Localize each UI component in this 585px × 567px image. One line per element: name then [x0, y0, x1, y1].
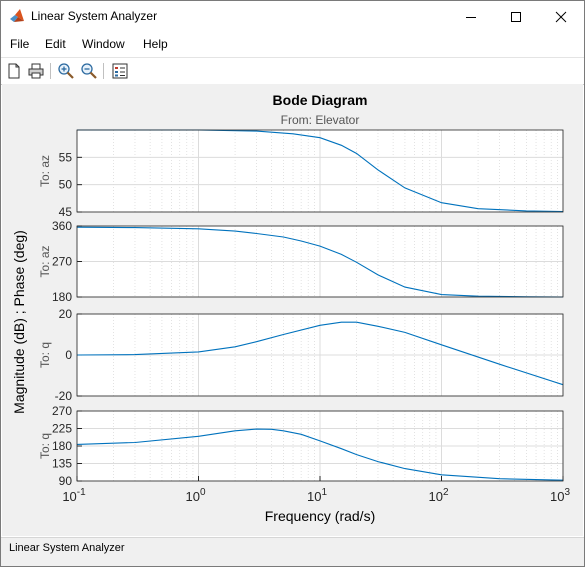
- y-tick-label: 180: [52, 439, 72, 453]
- x-tick-label: 103: [550, 487, 570, 504]
- figure-area: Bode Diagram From: Elevator Magnitude (d…: [2, 84, 583, 536]
- y-tick-label: 270: [52, 255, 72, 269]
- axes-panel: 180 270 360To: az: [38, 219, 564, 304]
- axes-panel: -20 0 20 To: q: [38, 307, 564, 403]
- close-button[interactable]: [538, 1, 584, 32]
- y-tick-label: 0: [65, 348, 72, 362]
- y-tick-label: 90: [59, 474, 73, 488]
- minimize-icon: [466, 16, 476, 18]
- minimize-button[interactable]: [448, 1, 494, 32]
- toolbar: [1, 57, 584, 85]
- y-tick-label: 55: [59, 150, 73, 164]
- y-tick-label: 45: [59, 205, 73, 219]
- maximize-icon: [511, 11, 521, 22]
- panel-label: To: q: [38, 433, 52, 459]
- menu-edit[interactable]: Edit: [45, 37, 66, 51]
- y-tick-label: 360: [52, 219, 72, 233]
- close-icon: [555, 11, 567, 22]
- y-axis-label: Magnitude (dB) ; Phase (deg): [11, 230, 27, 414]
- print-icon[interactable]: [27, 62, 45, 80]
- y-tick-label: 135: [52, 457, 72, 471]
- x-tick-label: 101: [307, 487, 327, 504]
- menu-help[interactable]: Help: [143, 37, 168, 51]
- x-tick-label: 10-1: [62, 487, 86, 504]
- panel-label: To: q: [38, 342, 52, 368]
- axes-panel: 45 50 55 To: az: [38, 129, 564, 219]
- status-text: Linear System Analyzer: [9, 542, 125, 554]
- zoom-in-icon[interactable]: [57, 62, 75, 80]
- bode-diagram[interactable]: Bode Diagram From: Elevator Magnitude (d…: [2, 84, 583, 536]
- app-window: Linear System Analyzer File Edit Window …: [0, 0, 585, 567]
- plot-subtitle: From: Elevator: [281, 113, 360, 127]
- y-tick-label: 50: [59, 178, 73, 192]
- maximize-button[interactable]: [493, 1, 539, 32]
- y-tick-label: 270: [52, 404, 72, 418]
- x-tick-label: 102: [428, 487, 448, 504]
- y-tick-label: -20: [55, 389, 73, 403]
- y-tick-label: 180: [52, 290, 72, 304]
- window-title: Linear System Analyzer: [31, 9, 158, 23]
- matlab-logo-icon: [10, 9, 24, 22]
- y-tick-label: 225: [52, 422, 72, 436]
- menu-bar: File Edit Window Help: [1, 32, 584, 56]
- x-tick-label: 100: [185, 487, 205, 504]
- legend-icon[interactable]: [111, 62, 129, 80]
- axes-panel: 90 135 180 225 270 To: q: [38, 404, 564, 488]
- toolbar-separator: [103, 63, 104, 79]
- panel-label: To: az: [38, 245, 52, 277]
- plot-title: Bode Diagram: [273, 92, 368, 108]
- title-bar[interactable]: Linear System Analyzer: [1, 1, 584, 32]
- new-figure-icon[interactable]: [5, 62, 23, 80]
- x-axis-label: Frequency (rad/s): [265, 508, 375, 524]
- panel-label: To: az: [38, 155, 52, 187]
- menu-file[interactable]: File: [10, 37, 29, 51]
- status-bar: Linear System Analyzer: [1, 537, 584, 566]
- menu-window[interactable]: Window: [82, 37, 125, 51]
- y-tick-label: 20: [59, 307, 73, 321]
- zoom-out-icon[interactable]: [80, 62, 98, 80]
- toolbar-separator: [50, 63, 51, 79]
